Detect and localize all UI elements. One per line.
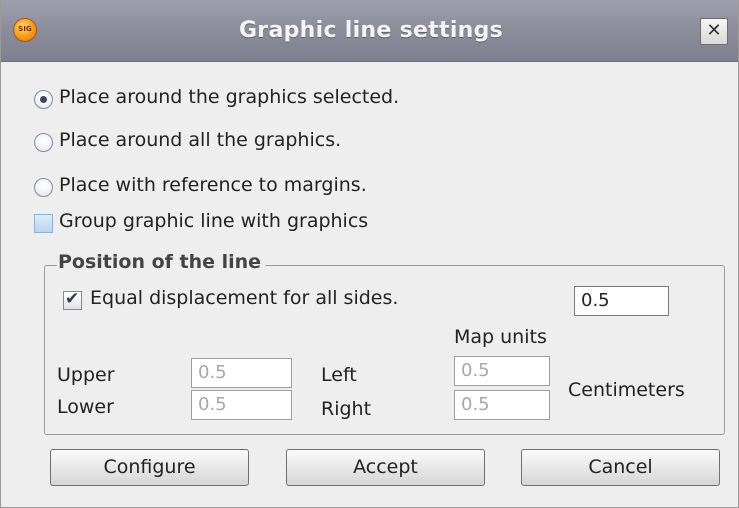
window-title: Graphic line settings (238, 18, 504, 43)
close-icon: ✕ (706, 20, 722, 41)
check-icon: ✔ (65, 289, 80, 309)
position-group-title: Position of the line (57, 251, 266, 273)
lower-label: Lower (57, 396, 114, 418)
radio-selected-dot (40, 96, 47, 103)
close-button[interactable]: ✕ (700, 18, 728, 45)
left-input[interactable]: 0.5 (454, 356, 550, 386)
radio-button[interactable] (34, 90, 53, 109)
app-logo-icon: SIG (13, 18, 37, 42)
lower-input[interactable]: 0.5 (191, 390, 292, 420)
radio-button[interactable] (34, 133, 53, 152)
group-graphics-label: Group graphic line with graphics (59, 210, 369, 232)
app-logo-text: SIG (18, 25, 32, 33)
equal-displacement-label: Equal displacement for all sides. (90, 287, 399, 309)
accept-button[interactable]: Accept (286, 449, 485, 486)
dialog-window: SIG Graphic line settings ✕ Place around… (0, 0, 739, 508)
map-units-label: Map units (454, 326, 547, 348)
group-graphics-checkbox[interactable] (34, 214, 53, 233)
radio-place-selected-label: Place around the graphics selected. (59, 86, 400, 108)
radio-place-all-label: Place around all the graphics. (59, 129, 342, 151)
right-input[interactable]: 0.5 (454, 390, 550, 420)
radio-place-margins-label: Place with reference to margins. (59, 174, 367, 196)
radio-button[interactable] (34, 178, 53, 197)
upper-input[interactable]: 0.5 (191, 358, 292, 388)
left-label: Left (321, 364, 357, 386)
cancel-button[interactable]: Cancel (521, 449, 720, 486)
units-value[interactable]: Centimeters (568, 379, 685, 401)
title-bar[interactable]: SIG Graphic line settings ✕ (1, 0, 738, 62)
configure-button[interactable]: Configure (50, 449, 249, 486)
upper-label: Upper (57, 364, 115, 386)
equal-displacement-input[interactable]: 0.5 (574, 286, 669, 316)
equal-displacement-checkbox[interactable]: ✔ (63, 289, 82, 310)
right-label: Right (321, 398, 372, 420)
